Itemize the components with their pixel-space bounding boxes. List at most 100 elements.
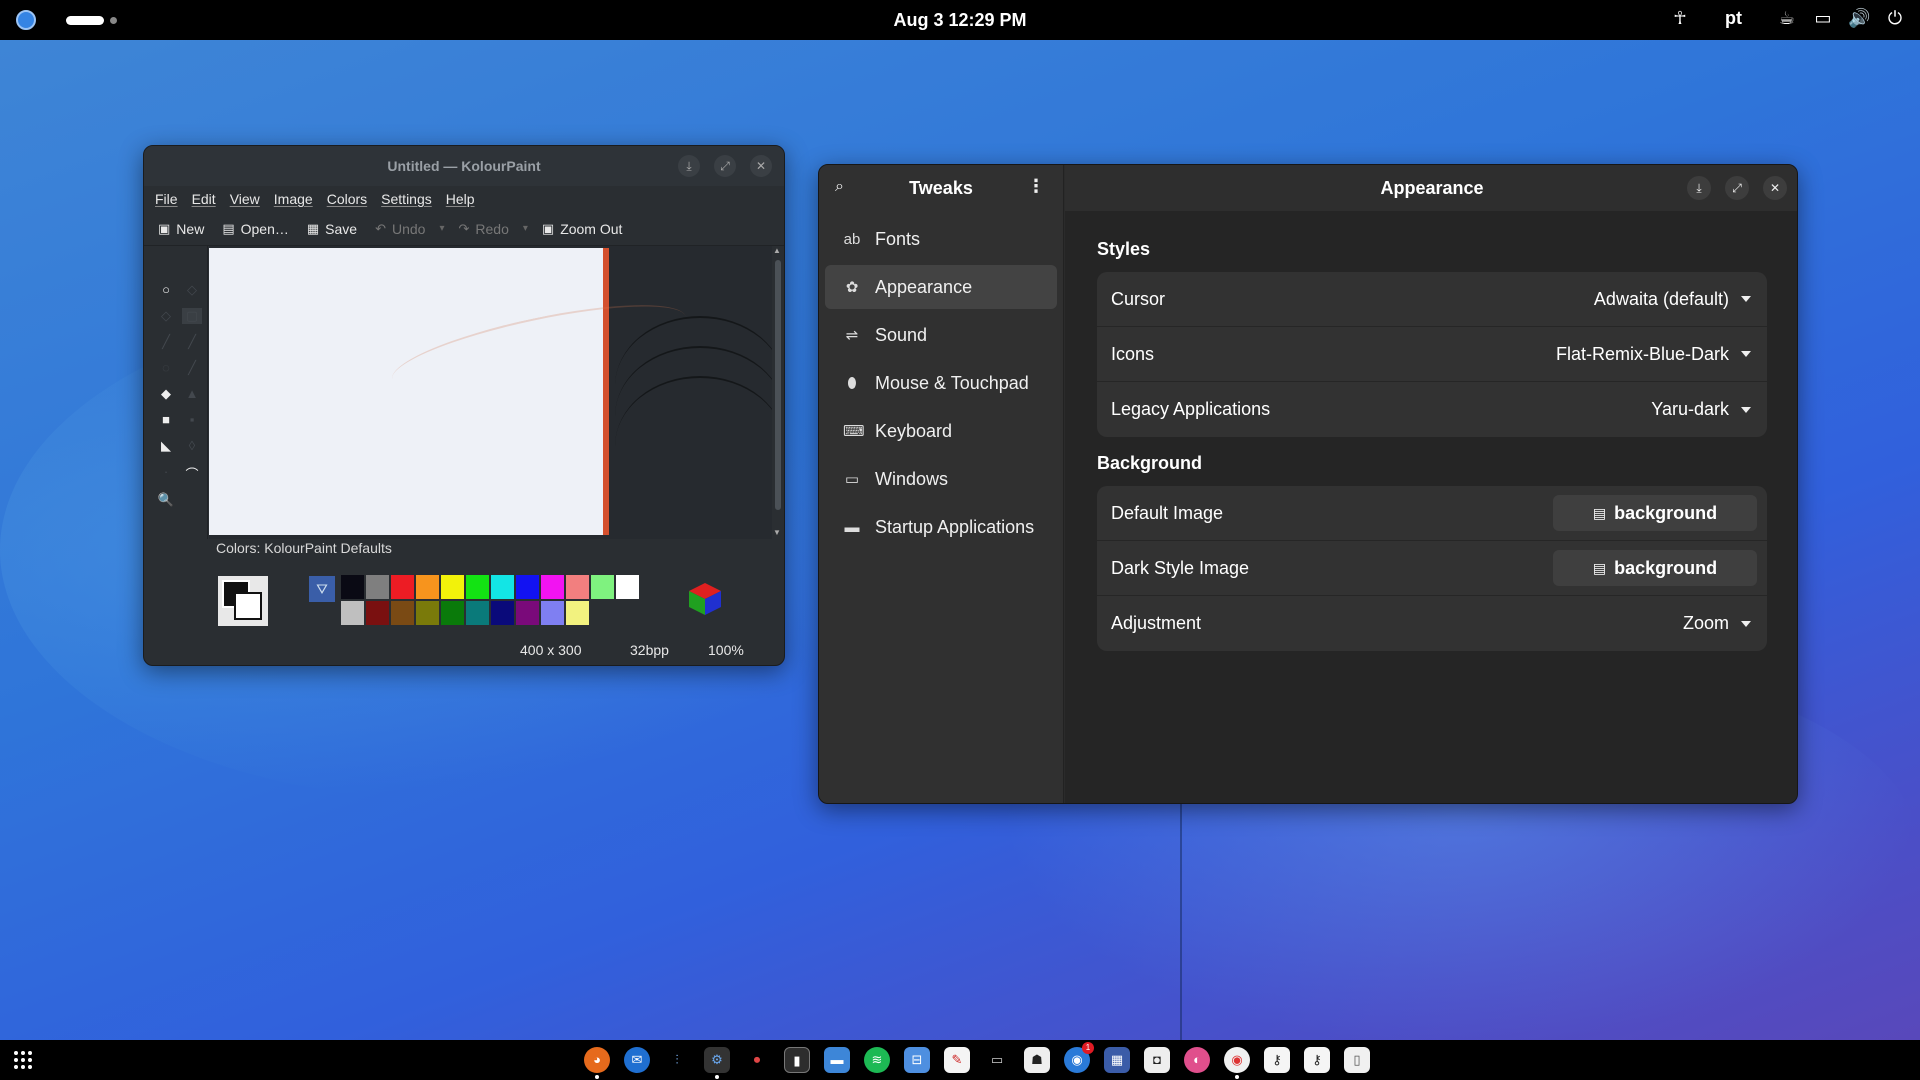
scroll-up-icon[interactable]: ▲ — [773, 246, 781, 255]
menu-settings[interactable]: Settings — [381, 191, 432, 207]
sidebar-item-keyboard[interactable]: ⌨ Keyboard — [825, 409, 1057, 453]
secrets-icon[interactable]: ⚷ — [1264, 1047, 1290, 1073]
tool-icon[interactable]: ▪ — [182, 412, 202, 427]
close-button[interactable]: ✕ — [1763, 176, 1787, 200]
undo-dropdown-icon[interactable]: ▾ — [439, 223, 444, 234]
canvas-area[interactable] — [209, 246, 776, 539]
workspace-indicator-dot[interactable] — [110, 17, 117, 24]
tool-icon[interactable]: ╱ — [182, 360, 202, 376]
secrets-icon[interactable]: ⚷ — [1304, 1047, 1330, 1073]
palette-swatch[interactable] — [515, 574, 540, 600]
palette-swatch[interactable] — [440, 600, 465, 626]
thunderbird-icon[interactable]: ✉ — [624, 1047, 650, 1073]
palette-swatch[interactable] — [590, 574, 615, 600]
terminal-icon[interactable]: ▮ — [784, 1047, 810, 1073]
text-editor-icon[interactable]: ✎ — [944, 1047, 970, 1073]
cursor-dropdown[interactable]: Adwaita (default) — [1594, 289, 1751, 310]
palette-swatch[interactable] — [465, 600, 490, 626]
scroll-down-icon[interactable]: ▼ — [773, 528, 781, 537]
keyboard-layout-indicator[interactable]: pt — [1725, 8, 1742, 29]
tool-icon[interactable]: ╱ — [156, 334, 176, 350]
sidebar-item-windows[interactable]: ▭ Windows — [825, 457, 1057, 501]
sidebar-item-mouse-touchpad[interactable]: ⬮ Mouse & Touchpad — [825, 361, 1057, 405]
kolourpaint-icon[interactable]: ◐ — [1184, 1047, 1210, 1073]
color-cube-icon[interactable] — [687, 581, 723, 617]
dark-image-file-button[interactable]: ▤ background — [1553, 550, 1757, 586]
activities-logo-icon[interactable] — [16, 10, 36, 30]
tool-icon[interactable]: ▲ — [182, 386, 202, 401]
menu-image[interactable]: Image — [274, 191, 313, 207]
settings-icon[interactable]: ⚙ — [704, 1047, 730, 1079]
tweaks-tools-icon[interactable]: ⫶ — [664, 1047, 690, 1073]
software-icon[interactable]: ⊟ — [904, 1047, 930, 1073]
open-button[interactable]: ▤ Open… — [218, 221, 293, 237]
fill-tool-icon[interactable]: ◆ — [156, 386, 176, 402]
save-button[interactable]: ▦ Save — [303, 221, 361, 237]
minimize-button[interactable]: ⤓ — [1687, 176, 1711, 200]
tool-icon[interactable]: ◌ — [156, 360, 176, 375]
game-controller-icon[interactable]: ▭ — [984, 1047, 1010, 1073]
adjustment-row[interactable]: Adjustment Zoom — [1097, 596, 1767, 651]
sidebar-item-startup-applications[interactable]: ▬ Startup Applications — [825, 505, 1057, 549]
scrollbar-thumb[interactable] — [775, 260, 781, 510]
more-options-icon[interactable]: ⋮ — [1027, 176, 1045, 197]
color-picker-icon[interactable]: ⛛ — [309, 576, 335, 602]
inkscape-icon[interactable]: ☗ — [1024, 1047, 1050, 1073]
palette-swatch[interactable] — [540, 574, 565, 600]
zoom-tool-icon[interactable]: 🔍 — [156, 492, 176, 508]
sidebar-item-fonts[interactable]: ab Fonts — [825, 217, 1057, 261]
sidebar-header[interactable]: ⌕ Tweaks ⋮ — [819, 165, 1063, 211]
menu-file[interactable]: File — [155, 191, 178, 207]
redo-button[interactable]: ↷ Redo — [454, 221, 512, 237]
rectangle-tool-icon[interactable]: ■ — [156, 412, 176, 427]
caffeine-icon[interactable]: ☕ — [1776, 8, 1798, 29]
trash-icon[interactable]: ▯ — [1344, 1047, 1370, 1073]
tool-icon[interactable]: ◇ — [182, 282, 202, 298]
volume-icon[interactable]: 🔊 — [1848, 8, 1870, 29]
legacy-dropdown[interactable]: Yaru-dark — [1651, 399, 1751, 420]
monitor-icon[interactable]: ▦ — [1104, 1047, 1130, 1073]
toggle-icon[interactable]: ⏺ — [744, 1047, 770, 1073]
tool-icon[interactable]: ◊ — [182, 438, 202, 453]
palette-swatch[interactable] — [440, 574, 465, 600]
clock[interactable]: Aug 3 12:29 PM — [893, 10, 1026, 30]
legacy-applications-row[interactable]: Legacy Applications Yaru-dark — [1097, 382, 1767, 437]
firefox-icon[interactable]: ◕ — [584, 1047, 610, 1079]
new-button[interactable]: ▣ New — [154, 221, 208, 237]
close-button[interactable]: ✕ — [750, 155, 772, 177]
accessibility-icon[interactable]: ☥ — [1669, 8, 1691, 29]
menu-colors[interactable]: Colors — [327, 191, 367, 207]
palette-swatch[interactable] — [565, 600, 590, 626]
content-header[interactable]: Appearance ⤓ ⤢ ✕ — [1065, 165, 1797, 211]
kolourpaint-titlebar[interactable]: Untitled — KolourPaint ⤓ ⤢ ✕ — [144, 146, 784, 186]
tool-icon[interactable]: ◇ — [156, 308, 176, 324]
palette-swatch[interactable] — [390, 600, 415, 626]
icons-dropdown[interactable]: Flat-Remix-Blue-Dark — [1556, 344, 1751, 365]
palette-swatch[interactable] — [565, 574, 590, 600]
menu-edit[interactable]: Edit — [192, 191, 216, 207]
palette-swatch[interactable] — [340, 574, 365, 600]
maximize-button[interactable]: ⤢ — [1725, 176, 1749, 200]
files-icon[interactable]: ▬ — [824, 1047, 850, 1073]
minimize-button[interactable]: ⤓ — [678, 155, 700, 177]
notification-app-icon[interactable]: ◉ 1 — [1064, 1042, 1094, 1073]
line-tool-icon[interactable]: ◣ — [156, 438, 176, 454]
maximize-button[interactable]: ⤢ — [714, 155, 736, 177]
app-grid-icon[interactable] — [14, 1051, 32, 1069]
screen-icon[interactable]: ▭ — [1812, 8, 1834, 29]
ellipse-tool-icon[interactable]: ○ — [156, 282, 176, 297]
menu-help[interactable]: Help — [446, 191, 475, 207]
palette-swatch[interactable] — [515, 600, 540, 626]
palette-swatch[interactable] — [615, 574, 640, 600]
spotify-icon[interactable]: ≋ — [864, 1047, 890, 1073]
palette-swatch[interactable] — [490, 600, 515, 626]
cursor-row[interactable]: Cursor Adwaita (default) — [1097, 272, 1767, 327]
tool-icon[interactable]: · — [156, 464, 176, 479]
sidebar-item-appearance[interactable]: ✿ Appearance — [825, 265, 1057, 309]
vertical-scrollbar[interactable]: ▲ ▼ — [772, 246, 784, 539]
tool-icon[interactable]: ╱ — [182, 334, 202, 350]
palette-swatch[interactable] — [365, 600, 390, 626]
chrome-icon[interactable]: ◉ — [1224, 1047, 1250, 1079]
palette-swatch[interactable] — [365, 574, 390, 600]
adjustment-dropdown[interactable]: Zoom — [1683, 613, 1751, 634]
